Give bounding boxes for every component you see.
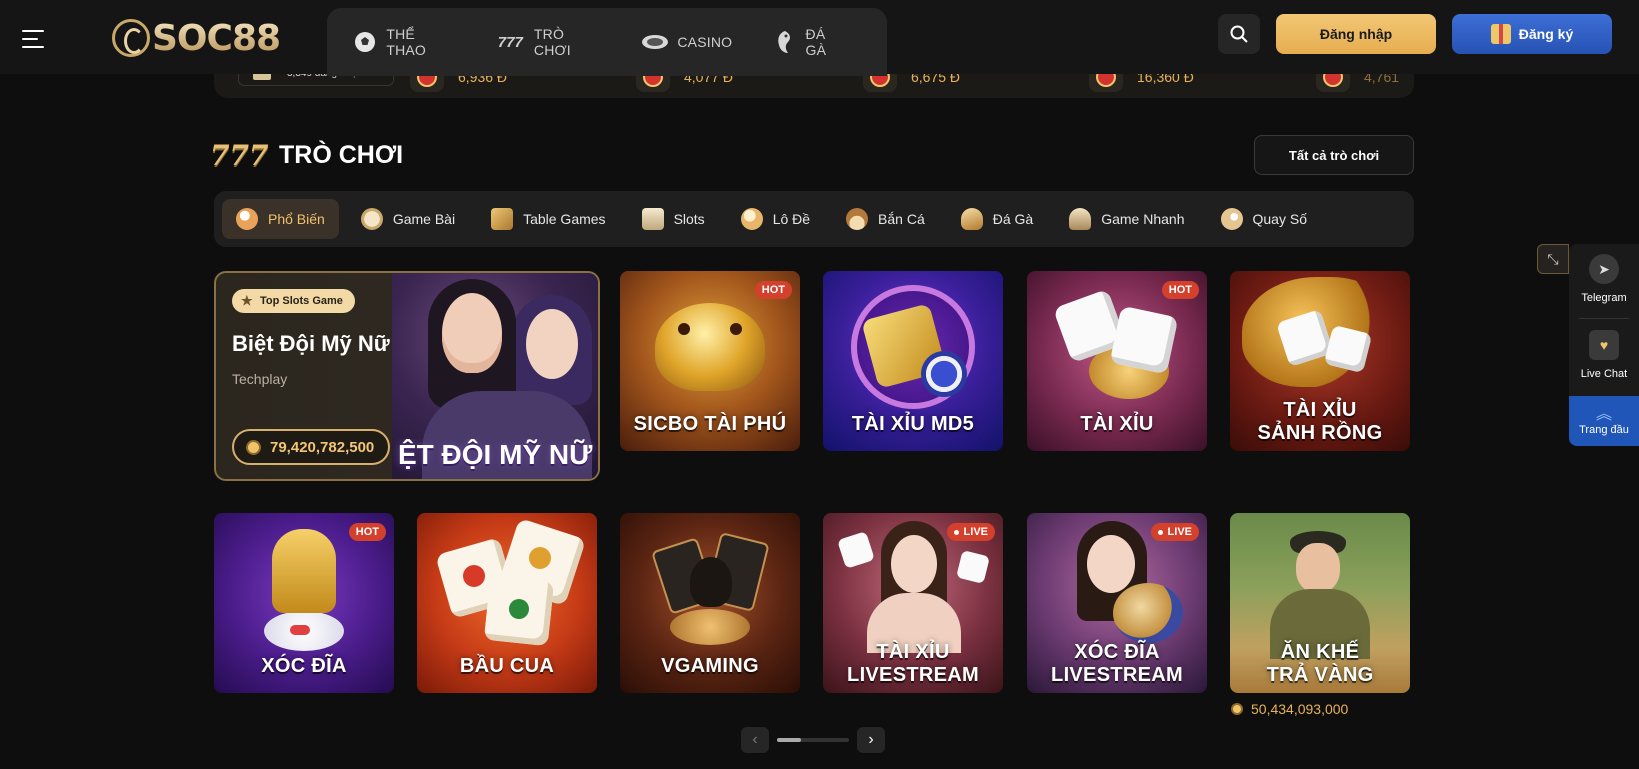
- table-games-icon: [491, 208, 514, 230]
- tab-slots[interactable]: Slots: [628, 199, 719, 239]
- tab-table-games[interactable]: Table Games: [477, 199, 619, 239]
- game-title: BẦU CUA: [459, 655, 555, 677]
- top-slots-badge: ★ Top Slots Game: [232, 289, 355, 313]
- game-tile-tai-xiu-md5[interactable]: TÀI XỈU MD5: [823, 271, 1003, 451]
- tab-lottery[interactable]: Lô Đề: [727, 199, 824, 239]
- featured-game-card[interactable]: ★ Top Slots Game Biệt Đội Mỹ Nữ Techplay…: [214, 271, 600, 481]
- login-button[interactable]: Đăng nhập: [1276, 14, 1436, 54]
- game-title: XÓC ĐĨA: [261, 655, 347, 677]
- fishing-icon: [846, 208, 869, 230]
- logo-mark-icon: [112, 19, 150, 57]
- nav-cockfight[interactable]: ĐÁ GÀ: [770, 26, 849, 58]
- featured-art-logo-text: ỆT ĐỘI MỸ NỮ: [398, 439, 593, 470]
- game-tile-bau-cua[interactable]: BẦU CUA: [417, 513, 597, 693]
- game-title: VGAMING: [661, 655, 759, 677]
- floating-contact-panel: ➤ Telegram ♥ Live Chat ︽ Trang đầu: [1569, 244, 1639, 446]
- game-title: TÀI XỈU: [876, 641, 950, 663]
- prev-page-button[interactable]: ‹: [741, 727, 769, 753]
- game-title-line2: TRẢ VÀNG: [1266, 664, 1374, 686]
- search-icon: [1230, 25, 1248, 43]
- back-to-top-button[interactable]: ︽ Trang đầu: [1569, 396, 1639, 446]
- rooster-icon: [770, 30, 797, 54]
- collapse-float-button[interactable]: ⤡: [1537, 244, 1569, 274]
- game-tile-tai-xiu-sanh-rong[interactable]: TÀI XỈU SẢNH RỒNG: [1230, 271, 1410, 451]
- page-scroll-indicator[interactable]: [777, 738, 849, 742]
- game-title-line2: LIVESTREAM: [847, 664, 979, 686]
- featured-game-title: Biệt Đội Mỹ Nữ: [232, 331, 390, 356]
- game-title-line2: LIVESTREAM: [1051, 664, 1183, 686]
- next-page-button[interactable]: ›: [857, 727, 885, 753]
- page-scroll-thumb[interactable]: [777, 738, 801, 742]
- main-nav: THỂ THAO 777 TRÒ CHƠI CASINO ĐÁ GÀ: [327, 8, 887, 76]
- category-tabs: Phổ Biến Game Bài Table Games Slots Lô Đ…: [214, 191, 1414, 247]
- hot-badge: HOT: [348, 523, 386, 541]
- divider: [1579, 318, 1629, 319]
- brand-logo[interactable]: SOC88: [112, 18, 281, 59]
- nav-games[interactable]: 777 TRÒ CHƠI: [495, 26, 604, 58]
- soccer-ball-icon: [351, 30, 378, 54]
- game-tile-xoc-dia[interactable]: HOT XÓC ĐĨA: [214, 513, 394, 693]
- chevron-right-icon: ›: [868, 731, 874, 748]
- game-title: TÀI XỈU: [1283, 399, 1357, 421]
- 777-slots-icon: 777: [497, 33, 523, 51]
- live-badge: LIVE: [946, 523, 995, 541]
- tab-lucky-draw[interactable]: Quay Số: [1207, 199, 1321, 239]
- game-jackpot: 50,434,093,000: [1231, 701, 1348, 717]
- nav-casino[interactable]: CASINO: [641, 30, 732, 54]
- featured-jackpot: 79,420,782,500: [232, 429, 391, 465]
- casino-chip-icon: [641, 30, 669, 54]
- tab-popular[interactable]: Phổ Biến: [222, 199, 339, 239]
- hot-badge: HOT: [754, 281, 792, 299]
- game-tile-tai-xiu-livestream[interactable]: LIVE TÀI XỈU LIVESTREAM: [823, 513, 1003, 693]
- rooster-icon: [960, 208, 983, 230]
- game-title: ĂN KHẾ: [1280, 641, 1360, 663]
- rocket-icon: [1069, 208, 1092, 230]
- star-icon: ★: [241, 293, 253, 308]
- game-tile-tai-xiu[interactable]: HOT TÀI XỈU: [1027, 271, 1207, 451]
- tab-cockfight[interactable]: Đá Gà: [947, 199, 1047, 239]
- search-button[interactable]: [1218, 14, 1260, 54]
- page: 3,349 đang cược 6,936 Đ 4,077 Đ 6,675 Đ …: [0, 0, 1639, 769]
- game-tile-vgaming[interactable]: VGAMING: [620, 513, 800, 693]
- lucky-draw-icon: [1220, 208, 1243, 230]
- collapse-icon: ⤡: [1547, 250, 1559, 267]
- game-title: TÀI XỈU MD5: [851, 413, 975, 435]
- nav-sports[interactable]: THỂ THAO: [351, 26, 457, 58]
- telegram-button[interactable]: ➤ Telegram: [1569, 244, 1639, 318]
- game-title: TÀI XỈU: [1080, 413, 1154, 435]
- slots-icon: [641, 208, 664, 230]
- all-games-button[interactable]: Tất cả trò chơi: [1254, 135, 1414, 175]
- popular-icon: [236, 208, 258, 230]
- tab-quick-games[interactable]: Game Nhanh: [1055, 199, 1198, 239]
- game-tile-xoc-dia-livestream[interactable]: LIVE XÓC ĐĨA LIVESTREAM: [1027, 513, 1207, 693]
- tab-card-games[interactable]: Game Bài: [347, 199, 469, 239]
- top-header: SOC88 THỂ THAO 777 TRÒ CHƠI CASINO ĐÁ GÀ…: [0, 0, 1639, 76]
- menu-icon[interactable]: [22, 30, 44, 50]
- live-chat-button[interactable]: ♥ Live Chat: [1569, 320, 1639, 394]
- live-badge: LIVE: [1150, 523, 1199, 541]
- section-title: TRÒ CHƠI: [279, 141, 404, 169]
- game-title-line2: SẢNH RỒNG: [1257, 422, 1383, 444]
- coin-icon: [1231, 703, 1243, 715]
- game-tile-an-khe-tra-vang[interactable]: ĂN KHẾ TRẢ VÀNG: [1230, 513, 1410, 693]
- telegram-icon: ➤: [1589, 254, 1619, 284]
- double-chevron-up-icon: ︽: [1595, 406, 1612, 423]
- chat-heart-icon: ♥: [1589, 330, 1619, 360]
- register-button[interactable]: Đăng ký: [1452, 14, 1612, 54]
- game-title: XÓC ĐĨA: [1074, 641, 1160, 663]
- card-games-icon: [360, 208, 383, 230]
- 777-section-icon: 777: [210, 139, 269, 172]
- featured-game-provider: Techplay: [232, 371, 288, 387]
- game-tile-sicbo-tai-phu[interactable]: HOT SICBO TÀI PHÚ: [620, 271, 800, 451]
- hot-badge: HOT: [1161, 281, 1199, 299]
- chevron-left-icon: ‹: [752, 731, 758, 748]
- gift-icon: [1490, 24, 1511, 44]
- game-title: SICBO TÀI PHÚ: [633, 413, 787, 435]
- tab-fishing[interactable]: Bắn Cá: [832, 199, 939, 239]
- lottery-ball-icon: [740, 208, 763, 230]
- coin-icon: [246, 440, 261, 455]
